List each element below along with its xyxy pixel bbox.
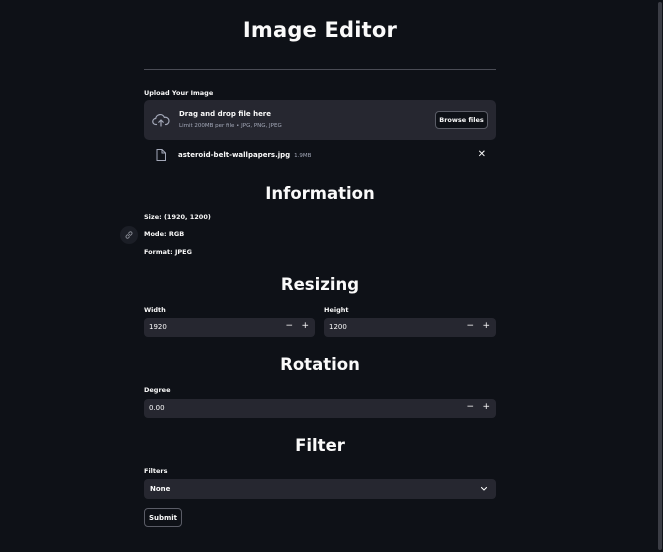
uploaded-file: asteroid-belt-wallpapers.jpg 1.9MB ✕ <box>144 146 496 166</box>
degree-decrement-button[interactable]: − <box>466 402 474 412</box>
height-value: 1200 <box>329 323 347 331</box>
rotation-title: Rotation <box>280 355 360 374</box>
height-increment-button[interactable]: + <box>482 321 490 331</box>
file-size: 1.9MB <box>294 153 312 159</box>
width-input[interactable]: 1920 − + <box>144 318 315 337</box>
app-page: Image Editor Upload Your Image Drag and … <box>0 0 663 552</box>
submit-button[interactable]: Submit <box>144 508 182 527</box>
filters-select[interactable]: None <box>144 479 496 499</box>
filters-selected-value: None <box>150 485 171 493</box>
scrollbar-thumb[interactable] <box>658 2 662 550</box>
width-label: Width <box>144 306 166 314</box>
file-icon <box>156 149 166 161</box>
degree-increment-button[interactable]: + <box>482 402 490 412</box>
file-name-text: asteroid-belt-wallpapers.jpg <box>178 151 291 159</box>
width-increment-button[interactable]: + <box>301 321 309 331</box>
height-decrement-button[interactable]: − <box>466 321 474 331</box>
info-size: Size: (1920, 1200) <box>144 213 211 221</box>
upload-label: Upload Your Image <box>144 89 214 97</box>
resizing-title: Resizing <box>280 275 360 294</box>
info-mode: Mode: RGB <box>144 230 185 238</box>
degree-label: Degree <box>144 386 171 394</box>
chevron-down-icon <box>480 486 488 491</box>
height-label: Height <box>324 306 349 314</box>
filters-label: Filters <box>144 467 168 475</box>
browse-files-button[interactable]: Browse files <box>435 111 488 129</box>
degree-input[interactable]: 0.00 − + <box>144 399 496 418</box>
file-dropzone[interactable]: Drag and drop file here Limit 200MB per … <box>144 100 496 140</box>
dropzone-subtitle: Limit 200MB per file • JPG, PNG, JPEG <box>179 123 282 129</box>
divider <box>144 69 496 70</box>
information-title: Information <box>265 184 375 203</box>
link-glyph-icon <box>125 231 133 239</box>
page-title: Image Editor <box>242 18 398 42</box>
link-icon[interactable] <box>120 226 138 244</box>
width-decrement-button[interactable]: − <box>285 321 293 331</box>
info-format: Format: JPEG <box>144 248 192 256</box>
height-input[interactable]: 1200 − + <box>324 318 496 337</box>
cloud-upload-icon <box>152 113 170 127</box>
scrollbar[interactable] <box>657 0 663 552</box>
dropzone-title: Drag and drop file here <box>179 110 272 118</box>
filter-title: Filter <box>295 436 345 455</box>
width-value: 1920 <box>149 323 167 331</box>
file-name: asteroid-belt-wallpapers.jpg 1.9MB <box>178 151 311 159</box>
degree-value: 0.00 <box>149 404 165 412</box>
remove-file-icon[interactable]: ✕ <box>478 149 486 160</box>
